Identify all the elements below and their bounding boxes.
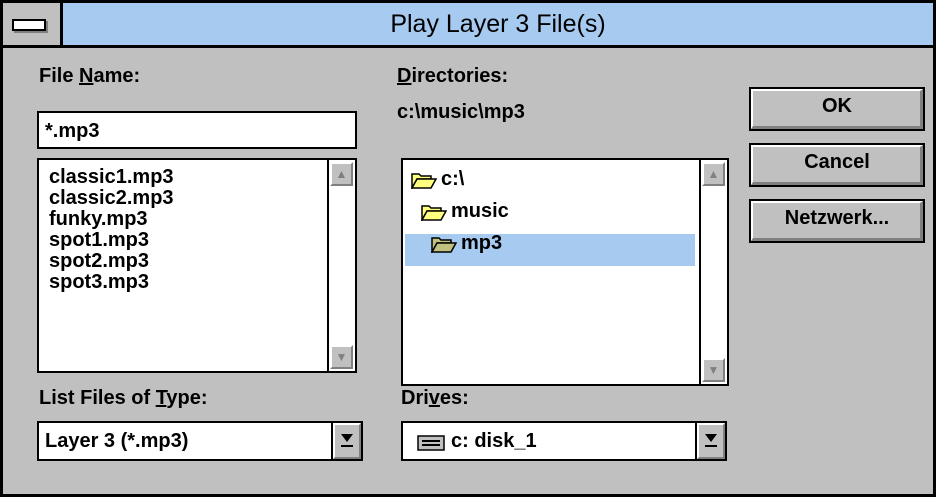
- directory-tree-scrollbar[interactable]: ▲ ▼: [699, 160, 727, 384]
- current-directory-path: c:\music\mp3: [397, 101, 525, 123]
- file-type-label: List Files of Type:: [39, 387, 208, 409]
- file-name-value: *.mp3: [45, 120, 100, 142]
- list-item[interactable]: spot2.mp3: [49, 250, 149, 272]
- file-type-value: Layer 3 (*.mp3): [45, 430, 189, 452]
- tree-item-music[interactable]: music: [420, 196, 509, 226]
- drives-label: Drives:: [401, 387, 469, 409]
- file-type-select[interactable]: Layer 3 (*.mp3): [37, 421, 363, 461]
- list-item[interactable]: classic2.mp3: [49, 187, 174, 209]
- list-item[interactable]: spot1.mp3: [49, 229, 149, 251]
- list-item[interactable]: spot3.mp3: [49, 271, 149, 293]
- scroll-down-arrow-icon[interactable]: ▼: [330, 345, 353, 369]
- tree-item-c[interactable]: c:\: [410, 164, 464, 194]
- ok-button[interactable]: OK: [749, 87, 925, 131]
- title-bar[interactable]: Play Layer 3 File(s): [3, 3, 933, 48]
- file-name-input[interactable]: *.mp3: [37, 111, 357, 149]
- cancel-button[interactable]: Cancel: [749, 143, 925, 187]
- file-list-scrollbar[interactable]: ▲ ▼: [327, 160, 355, 371]
- scroll-down-arrow-icon[interactable]: ▼: [702, 358, 725, 382]
- scroll-up-arrow-icon[interactable]: ▲: [702, 162, 725, 186]
- window-title: Play Layer 3 File(s): [390, 10, 606, 38]
- dropdown-arrow-icon: [705, 434, 717, 447]
- tree-item-mp3[interactable]: mp3: [430, 228, 502, 258]
- drives-dropdown-button[interactable]: [695, 423, 725, 459]
- list-item[interactable]: classic1.mp3: [49, 166, 174, 188]
- scroll-up-arrow-icon[interactable]: ▲: [330, 162, 353, 186]
- system-menu-button[interactable]: [3, 3, 63, 45]
- list-item[interactable]: funky.mp3: [49, 208, 148, 230]
- open-folder-icon: [420, 204, 448, 223]
- hard-drive-icon: [417, 435, 445, 451]
- dialog-window: Play Layer 3 File(s) File Name: *.mp3 cl…: [0, 0, 936, 497]
- system-menu-icon: [12, 19, 46, 31]
- network-button[interactable]: Netzwerk...: [749, 199, 925, 243]
- drives-value: c: disk_1: [451, 430, 537, 452]
- open-folder-icon: [430, 236, 458, 255]
- file-type-dropdown-button[interactable]: [331, 423, 361, 459]
- file-list[interactable]: classic1.mp3 classic2.mp3 funky.mp3 spot…: [37, 158, 357, 373]
- drives-select[interactable]: c: disk_1: [401, 421, 727, 461]
- dropdown-arrow-icon: [341, 434, 353, 447]
- open-folder-icon: [410, 172, 438, 191]
- directory-tree[interactable]: c:\ music mp3 ▲ ▼: [401, 158, 729, 386]
- file-name-label: File Name:: [39, 65, 141, 87]
- directories-label: Directories:: [397, 65, 509, 87]
